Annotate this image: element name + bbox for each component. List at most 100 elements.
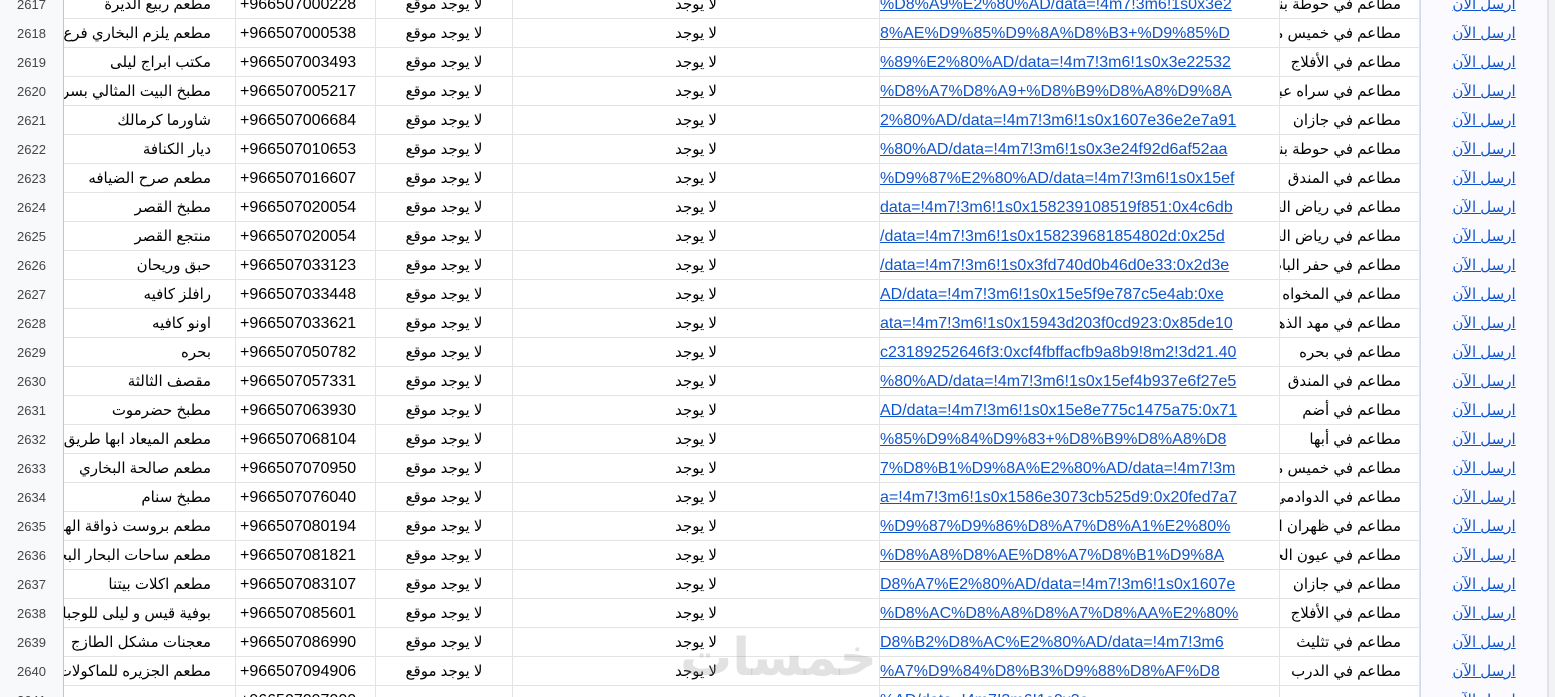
maps-link-cell[interactable]: 7%D8%B1%D9%8A%E2%80%AD/data=!4m7!3m	[880, 454, 1280, 483]
send-now-link[interactable]: ارسل الآن	[1420, 135, 1548, 164]
send-now-link[interactable]: ارسل الآن	[1420, 309, 1548, 338]
website-cell[interactable]: لا يوجد موقع	[376, 657, 513, 686]
maps-link-cell[interactable]: %D9%87%E2%80%AD/data=!4m7!3m6!1s0x15ef	[880, 164, 1280, 193]
phone-cell[interactable]: +966507085601	[236, 599, 376, 628]
vertical-scrollbar[interactable]	[1548, 0, 1555, 697]
website-cell[interactable]: لا يوجد موقع	[376, 19, 513, 48]
status-cell[interactable]: لا يوجد	[513, 628, 880, 657]
website-cell[interactable]: لا يوجد موقع	[376, 251, 513, 280]
website-cell[interactable]: لا يوجد موقع	[376, 338, 513, 367]
phone-cell[interactable]: +966507070950	[236, 454, 376, 483]
status-cell[interactable]: لا يوجد	[513, 483, 880, 512]
website-cell[interactable]: لا يوجد موقع	[376, 454, 513, 483]
business-name-cell[interactable]: مكتب ابراج ليلى	[64, 48, 236, 77]
status-cell[interactable]: لا يوجد	[513, 338, 880, 367]
phone-cell[interactable]: +966507068104	[236, 425, 376, 454]
category-cell[interactable]: مطاعم في أبها	[1280, 425, 1420, 454]
maps-link-cell[interactable]: %A7%D9%84%D8%B3%D9%88%D8%AF%D8	[880, 657, 1280, 686]
status-cell[interactable]: لا يوجد	[513, 454, 880, 483]
category-cell[interactable]: مطاعم في حوطة بني تميم	[1280, 135, 1420, 164]
send-now-link[interactable]: ارسل الآن	[1420, 193, 1548, 222]
maps-link-cell[interactable]: %D9%87%D9%86%D8%A7%D8%A1%E2%80%	[880, 512, 1280, 541]
status-cell[interactable]: لا يوجد	[513, 541, 880, 570]
status-cell[interactable]: لا يوجد	[513, 164, 880, 193]
maps-link-cell[interactable]: D8%B2%D8%AC%E2%80%AD/data=!4m7!3m6	[880, 628, 1280, 657]
website-cell[interactable]: لا يوجد موقع	[376, 599, 513, 628]
phone-cell[interactable]: +966507083107	[236, 570, 376, 599]
category-cell[interactable]: مطاعم في جازان	[1280, 106, 1420, 135]
maps-link-cell[interactable]: AD/data=!4m7!3m6!1s0x15e8e775c1475a75:0x…	[880, 396, 1280, 425]
send-now-link[interactable]: ارسل الآن	[1420, 483, 1548, 512]
website-cell[interactable]: لا يوجد موقع	[376, 0, 513, 19]
send-now-link[interactable]: ارسل الآن	[1420, 251, 1548, 280]
website-cell[interactable]: لا يوجد موقع	[376, 628, 513, 657]
category-cell[interactable]: مطاعم في الدوادمي	[1280, 483, 1420, 512]
business-name-cell[interactable]: بوفية قيس و ليلى للوجبات	[64, 599, 236, 628]
send-now-link[interactable]: ارسل الآن	[1420, 338, 1548, 367]
website-cell[interactable]: لا يوجد موقع	[376, 222, 513, 251]
business-name-cell[interactable]: مطبخ البيت المثالي بسراه عبيدة	[64, 77, 236, 106]
phone-cell[interactable]: +966507020054	[236, 222, 376, 251]
maps-link-cell[interactable]: c23189252646f3:0xcf4fbffacfb9a8b9!8m2!3d…	[880, 338, 1280, 367]
send-now-link[interactable]: ارسل الآن	[1420, 164, 1548, 193]
website-cell[interactable]: لا يوجد موقع	[376, 193, 513, 222]
business-name-cell[interactable]	[64, 686, 236, 697]
website-cell[interactable]: لا يوجد موقع	[376, 367, 513, 396]
send-now-link[interactable]: ارسل الآن	[1420, 0, 1548, 19]
business-name-cell[interactable]: مطعم الميعاد ابها طريق الملك عبدالله	[64, 425, 236, 454]
category-cell[interactable]: مطاعم في رياض الخبراء	[1280, 222, 1420, 251]
business-name-cell[interactable]: معجنات مشكل الطازج	[64, 628, 236, 657]
category-cell[interactable]: مطاعم في حفر الباطن	[1280, 251, 1420, 280]
website-cell[interactable]: لا يوجد موقع	[376, 280, 513, 309]
phone-cell[interactable]: +966507000228	[236, 0, 376, 19]
maps-link-cell[interactable]: %D8%A7%D8%A9+%D8%B9%D8%A8%D9%8A	[880, 77, 1280, 106]
category-cell[interactable]: مطاعم في حوطة بني تميم	[1280, 0, 1420, 19]
status-cell[interactable]: لا يوجد	[513, 512, 880, 541]
status-cell[interactable]: لا يوجد	[513, 0, 880, 19]
website-cell[interactable]: لا يوجد موقع	[376, 425, 513, 454]
business-name-cell[interactable]: مطبخ سنام	[64, 483, 236, 512]
business-name-cell[interactable]: مطبخ حضرموت	[64, 396, 236, 425]
phone-cell[interactable]: +966507016607	[236, 164, 376, 193]
status-cell[interactable]: لا يوجد	[513, 280, 880, 309]
maps-link-cell[interactable]: %85%D9%84%D9%83+%D8%B9%D8%A8%D8	[880, 425, 1280, 454]
category-cell[interactable]	[1280, 686, 1420, 697]
business-name-cell[interactable]: مطعم يلزم البخاري فرع خميس مشيط	[64, 19, 236, 48]
website-cell[interactable]: لا يوجد موقع	[376, 309, 513, 338]
category-cell[interactable]: مطاعم في ظهران الجنوب	[1280, 512, 1420, 541]
business-name-cell[interactable]: مطعم صالحة البخاري	[64, 454, 236, 483]
website-cell[interactable]: لا يوجد موقع	[376, 541, 513, 570]
send-now-link[interactable]: ارسل الآن	[1420, 280, 1548, 309]
maps-link-cell[interactable]: %80%AD/data=!4m7!3m6!1s0x3e24f92d6af52aa	[880, 135, 1280, 164]
send-now-link[interactable]: ارسل الآن	[1420, 686, 1548, 697]
status-cell[interactable]: لا يوجد	[513, 425, 880, 454]
status-cell[interactable]: لا يوجد	[513, 222, 880, 251]
category-cell[interactable]: مطاعم في أضم	[1280, 396, 1420, 425]
send-now-link[interactable]: ارسل الآن	[1420, 106, 1548, 135]
category-cell[interactable]: مطاعم في مهد الذهب	[1280, 309, 1420, 338]
website-cell[interactable]: لا يوجد موقع	[376, 164, 513, 193]
phone-cell[interactable]: +966507086990	[236, 628, 376, 657]
phone-cell[interactable]: +966507020054	[236, 193, 376, 222]
phone-cell[interactable]: +966507006684	[236, 106, 376, 135]
category-cell[interactable]: مطاعم في المندق	[1280, 367, 1420, 396]
maps-link-cell[interactable]: %D8%A9%E2%80%AD/data=!4m7!3m6!1s0x3e2	[880, 0, 1280, 19]
maps-link-cell[interactable]: 2%80%AD/data=!4m7!3m6!1s0x1607e36e2e7a91	[880, 106, 1280, 135]
website-cell[interactable]: لا يوجد موقع	[376, 48, 513, 77]
send-now-link[interactable]: ارسل الآن	[1420, 657, 1548, 686]
status-cell[interactable]: لا يوجد	[513, 309, 880, 338]
status-cell[interactable]: لا يوجد	[513, 193, 880, 222]
maps-link-cell[interactable]: /data=!4m7!3m6!1s0x3fd740d0b46d0e33:0x2d…	[880, 251, 1280, 280]
category-cell[interactable]: مطاعم في رياض الخبراء	[1280, 193, 1420, 222]
phone-cell[interactable]: +966507094906	[236, 657, 376, 686]
phone-cell[interactable]: +966507076040	[236, 483, 376, 512]
maps-link-cell[interactable]: D8%A7%E2%80%AD/data=!4m7!3m6!1s0x1607e	[880, 570, 1280, 599]
send-now-link[interactable]: ارسل الآن	[1420, 599, 1548, 628]
send-now-link[interactable]: ارسل الآن	[1420, 541, 1548, 570]
business-name-cell[interactable]: ديار الكنافة	[64, 135, 236, 164]
business-name-cell[interactable]: مقصف الثالثة	[64, 367, 236, 396]
send-now-link[interactable]: ارسل الآن	[1420, 628, 1548, 657]
status-cell[interactable]: لا يوجد	[513, 599, 880, 628]
send-now-link[interactable]: ارسل الآن	[1420, 425, 1548, 454]
website-cell[interactable]: لا يوجد موقع	[376, 135, 513, 164]
